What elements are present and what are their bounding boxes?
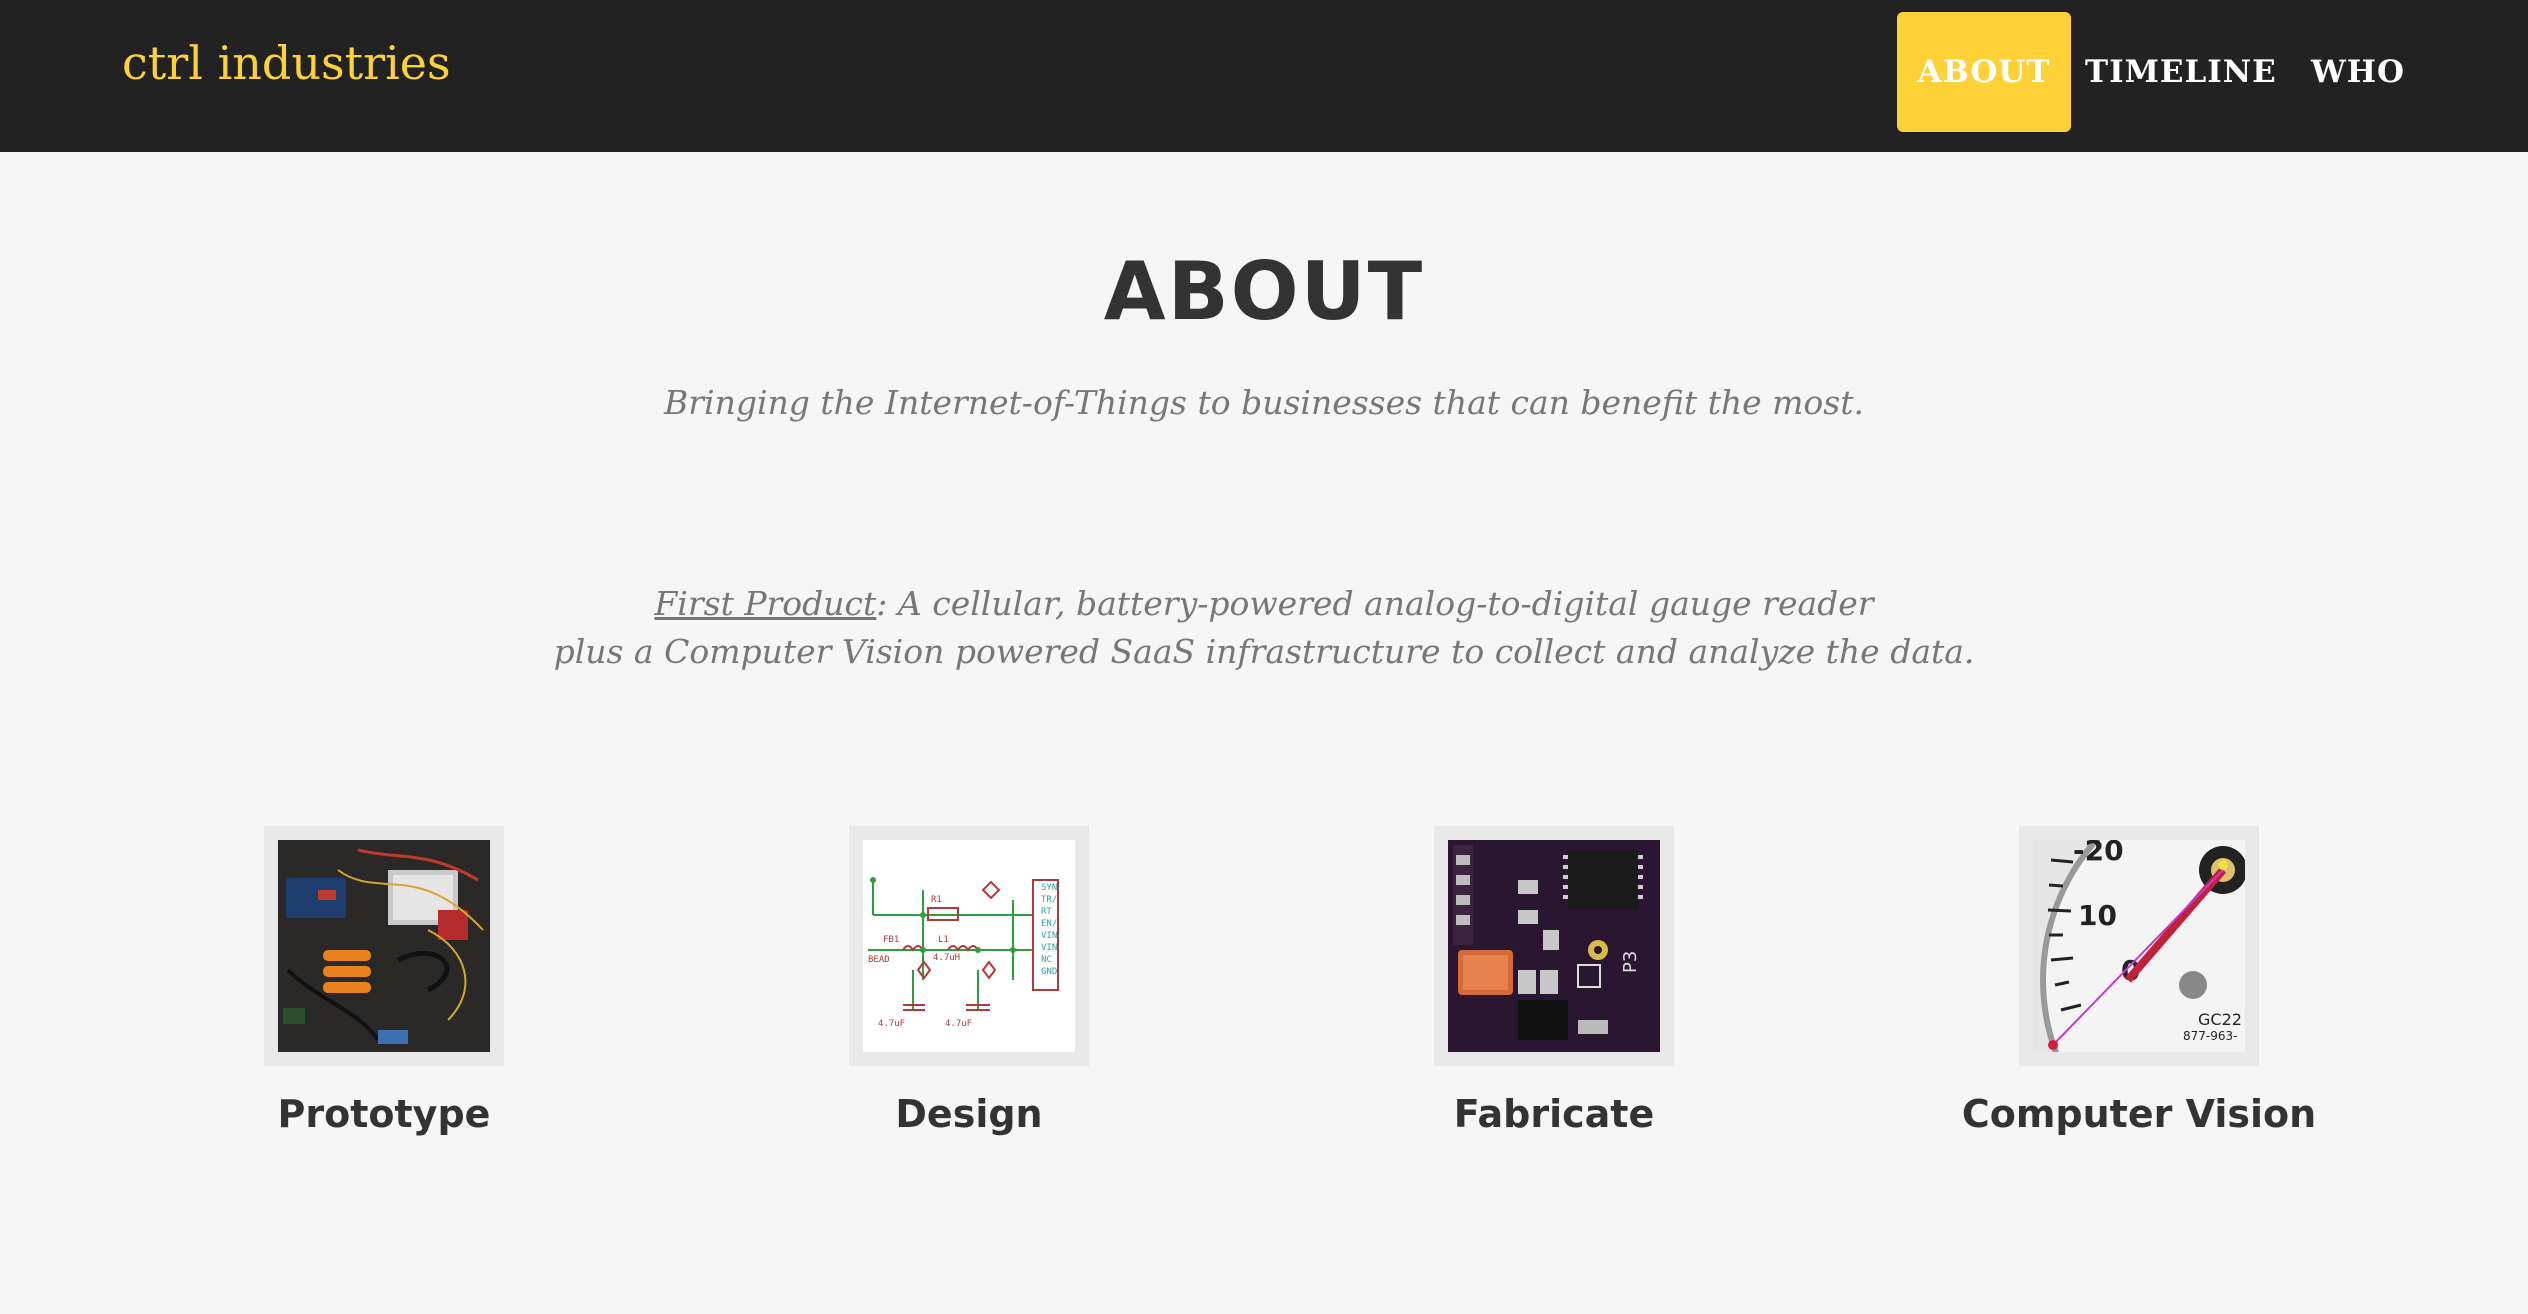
feature-title-computer-vision: Computer Vision [1961,1092,2317,1136]
section-subheading: Bringing the Internet-of-Things to busin… [664,383,1864,422]
computer-vision-image: -20 10 0 GC22 877-963- [2033,840,2245,1052]
prototype-image [278,840,490,1052]
svg-text:NC: NC [1041,955,1052,965]
svg-text:TR/: TR/ [1041,895,1057,905]
fabricate-thumbnail[interactable]: P3 [1434,826,1674,1066]
svg-text:SYN: SYN [1041,883,1057,893]
prototype-thumbnail[interactable] [264,826,504,1066]
design-image: SYN TR/ RT EN/ VIN VIN NC GND R1 FB1 BEA… [863,840,1075,1052]
svg-text:10: 10 [2078,899,2117,932]
svg-text:877-963-: 877-963- [2183,1029,2237,1043]
feature-fabricate: P3 Fabricate [1314,826,1794,1136]
feature-title-prototype: Prototype [277,1092,491,1136]
product-line-1-text: : A cellular, battery-powered analog-to-… [876,584,1874,623]
computer-vision-thumbnail[interactable]: -20 10 0 GC22 877-963- [2019,826,2259,1066]
nav-menu: ABOUT TIMELINE WHO [0,12,2528,132]
svg-text:P3: P3 [1620,951,1641,973]
svg-text:GC22: GC22 [2198,1010,2242,1029]
svg-text:FB1: FB1 [883,935,899,945]
fabricate-image: P3 [1448,840,1660,1052]
feature-design: SYN TR/ RT EN/ VIN VIN NC GND R1 FB1 BEA… [729,826,1209,1136]
svg-text:BEAD: BEAD [868,955,890,965]
svg-text:VIN: VIN [1041,943,1057,953]
design-thumbnail[interactable]: SYN TR/ RT EN/ VIN VIN NC GND R1 FB1 BEA… [849,826,1089,1066]
feature-prototype: Prototype [144,826,624,1136]
svg-text:R1: R1 [931,895,942,905]
nav-timeline[interactable]: TIMELINE [2085,12,2276,132]
svg-text:4.7uH: 4.7uH [933,953,960,963]
svg-text:RT: RT [1041,907,1052,917]
product-line-2: plus a Computer Vision powered SaaS infr… [553,632,1975,671]
svg-text:-20: -20 [2073,840,2124,867]
feature-title-fabricate: Fabricate [1453,1092,1655,1136]
first-product-label: First Product [654,584,877,623]
svg-text:4.7uF: 4.7uF [878,1019,905,1029]
feature-title-design: Design [895,1092,1043,1136]
navbar: ctrl industries ABOUT TIMELINE WHO [0,0,2528,152]
svg-text:4.7uF: 4.7uF [945,1019,972,1029]
section-title: ABOUT [1103,245,1425,338]
product-line-1: First Product: A cellular, battery-power… [0,580,2528,628]
svg-text:VIN: VIN [1041,931,1057,941]
product-description: First Product: A cellular, battery-power… [0,580,2528,676]
nav-who[interactable]: WHO [2300,12,2416,132]
feature-computer-vision: -20 10 0 GC22 877-963- Computer Vision [1899,826,2379,1136]
svg-text:L1: L1 [938,935,949,945]
nav-about[interactable]: ABOUT [1897,12,2071,132]
svg-text:GND: GND [1041,967,1057,977]
svg-text:EN/: EN/ [1041,919,1057,929]
